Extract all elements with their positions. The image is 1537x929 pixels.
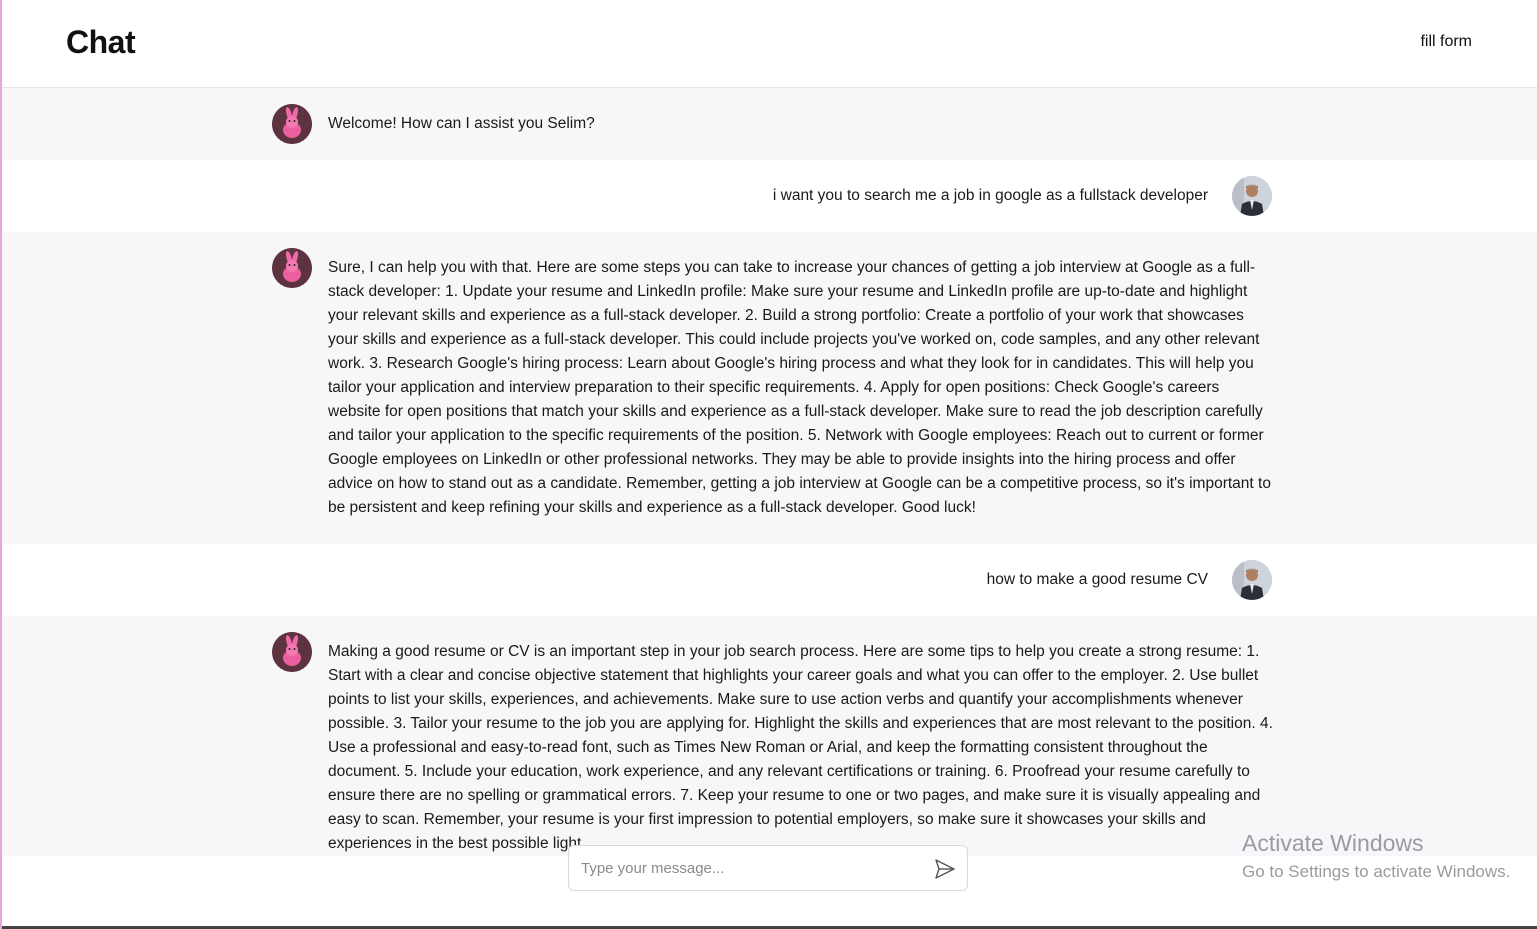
user-avatar bbox=[1232, 560, 1272, 600]
send-button[interactable] bbox=[933, 857, 957, 881]
bunny-icon bbox=[272, 632, 312, 672]
user-message: how to make a good resume CV bbox=[2, 544, 1537, 616]
message-text: how to make a good resume CV bbox=[986, 571, 1208, 588]
bot-message: Welcome! How can I assist you Selim? bbox=[2, 88, 1537, 160]
watermark-title: Activate Windows bbox=[1242, 830, 1424, 856]
bunny-icon bbox=[272, 104, 312, 144]
message-text: Sure, I can help you with that. Here are… bbox=[328, 259, 1271, 516]
bot-avatar bbox=[272, 248, 312, 288]
send-icon bbox=[935, 859, 955, 879]
message-list: Welcome! How can I assist you Selim? i w… bbox=[2, 88, 1537, 856]
message-text: Making a good resume or CV is an importa… bbox=[328, 643, 1273, 852]
bot-avatar bbox=[272, 632, 312, 672]
windows-activation-watermark: Activate Windows Go to Settings to activ… bbox=[1242, 828, 1510, 884]
user-photo-icon bbox=[1232, 176, 1272, 216]
message-input[interactable] bbox=[581, 846, 921, 890]
message-composer bbox=[568, 845, 968, 891]
fill-form-link[interactable]: fill form bbox=[1420, 33, 1472, 51]
user-avatar bbox=[1232, 176, 1272, 216]
bunny-icon bbox=[272, 248, 312, 288]
message-text: Welcome! How can I assist you Selim? bbox=[328, 115, 595, 132]
user-message: i want you to search me a job in google … bbox=[2, 160, 1537, 232]
user-photo-icon bbox=[1232, 560, 1272, 600]
message-text: i want you to search me a job in google … bbox=[772, 187, 1208, 204]
app-header: Chat fill form bbox=[2, 0, 1537, 88]
bot-message: Sure, I can help you with that. Here are… bbox=[2, 232, 1537, 544]
bot-avatar bbox=[272, 104, 312, 144]
bot-message: Making a good resume or CV is an importa… bbox=[2, 616, 1537, 856]
watermark-subtitle: Go to Settings to activate Windows. bbox=[1242, 862, 1511, 881]
page-title: Chat bbox=[66, 24, 136, 60]
